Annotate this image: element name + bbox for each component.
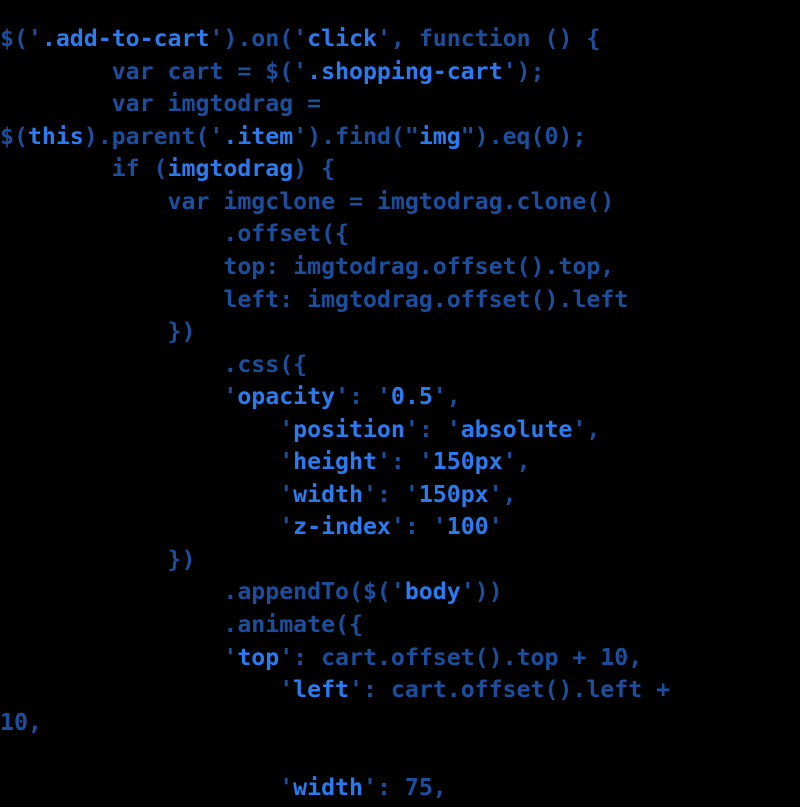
code-token-plain: ': 75,: [362, 773, 447, 801]
code-line: 'top': cart.offset().top + 10,: [0, 642, 800, 675]
code-token-plain: ',: [502, 448, 531, 476]
code-line: 'opacity': '0.5',: [0, 381, 800, 414]
code-token-plain: ': [0, 448, 294, 476]
code-token-plain: ': cart.offset().top + 10,: [279, 643, 643, 671]
code-line: 'left': cart.offset().left +: [0, 674, 800, 707]
code-line: top: imgtodrag.offset().top,: [0, 251, 800, 284]
code-line: 'position': 'absolute',: [0, 414, 800, 447]
code-token-highlight: this: [27, 122, 84, 150]
code-token-plain: ': [0, 415, 294, 443]
code-token-plain: left: imgtodrag.offset().left: [0, 285, 629, 313]
code-token-plain: var imgtodrag =: [0, 90, 322, 118]
code-line: $('.add-to-cart').on('click', function (…: [0, 23, 800, 56]
code-line: 'height': '150px',: [0, 446, 800, 479]
code-token-highlight: .shopping-cart: [307, 57, 503, 85]
code-line: var cart = $('.shopping-cart');: [0, 56, 800, 89]
code-token-plain: ': [0, 383, 238, 411]
code-token-plain: ',: [572, 415, 601, 443]
code-token-plain: var imgclone = imgtodrag.clone(): [0, 187, 615, 215]
code-line: .animate({: [0, 609, 800, 642]
code-token-plain: ").eq(0);: [460, 122, 587, 150]
code-token-highlight: body: [404, 578, 461, 606]
code-token-plain: ) {: [293, 155, 336, 183]
code-token-plain: ': cart.offset().left +: [349, 676, 671, 704]
code-line: left: imgtodrag.offset().left: [0, 284, 800, 317]
code-token-plain: ',: [432, 383, 461, 411]
code-token-plain: ').on(': [209, 25, 308, 53]
code-snippet-block[interactable]: $('.add-to-cart').on('click', function (…: [0, 23, 800, 807]
code-line: .appendTo($('body')): [0, 576, 800, 609]
code-token-highlight: height: [293, 448, 377, 476]
code-token-highlight: imgtodrag: [167, 155, 294, 183]
code-token-highlight: 150px: [432, 448, 503, 476]
code-token-plain: $(': [0, 25, 42, 53]
code-token-plain: ).parent(': [83, 122, 224, 150]
code-line: .offset({: [0, 218, 800, 251]
code-line: 'width': '150px',: [0, 479, 800, 512]
code-token-plain: if (: [0, 155, 168, 183]
code-token-plain: .offset({: [0, 220, 350, 248]
code-line: if (imgtodrag) {: [0, 153, 800, 186]
code-token-plain: }): [0, 318, 196, 346]
code-token-highlight: img: [418, 122, 461, 150]
code-token-plain: ': [0, 480, 294, 508]
code-token-highlight: 150px: [418, 480, 489, 508]
code-token-plain: ': ': [390, 513, 447, 541]
code-line: 'width': 75,: [0, 772, 800, 805]
code-token-highlight: .item: [223, 122, 294, 150]
code-line: .css({: [0, 349, 800, 382]
code-token-plain: ')): [460, 578, 503, 606]
code-token-highlight: .add-to-cart: [41, 25, 210, 53]
code-token-plain: }): [0, 545, 196, 573]
code-token-plain: ',: [488, 480, 517, 508]
code-token-plain: ': ': [404, 415, 461, 443]
code-token-plain: ': ': [362, 480, 419, 508]
code-line: }): [0, 316, 800, 349]
code-token-highlight: top: [237, 643, 280, 671]
code-token-plain: ');: [502, 57, 545, 85]
code-token-highlight: width: [293, 773, 363, 801]
code-token-highlight: 0.5: [390, 383, 433, 411]
code-line: 10,: [0, 707, 800, 740]
code-line: var imgtodrag =: [0, 88, 800, 121]
code-token-highlight: 100: [446, 513, 489, 541]
code-token-highlight: width: [293, 480, 363, 508]
code-token-highlight: left: [293, 676, 350, 704]
code-line: var imgclone = imgtodrag.clone(): [0, 186, 800, 219]
code-line: }): [0, 544, 800, 577]
code-token-plain: ').find(": [293, 122, 419, 150]
code-token-highlight: click: [307, 25, 377, 53]
code-token-plain: ': [0, 676, 294, 704]
code-token-plain: var cart = $(': [0, 57, 308, 85]
code-token-highlight: opacity: [237, 383, 336, 411]
code-token-plain: ', function () {: [376, 25, 601, 53]
code-line: 'z-index': '100': [0, 511, 800, 544]
code-token-plain: .animate({: [0, 611, 363, 639]
code-token-highlight: position: [293, 415, 405, 443]
code-token-highlight: absolute: [460, 415, 573, 443]
code-token-plain: top: imgtodrag.offset().top,: [0, 253, 615, 281]
code-token-plain: ': [0, 643, 238, 671]
code-token-highlight: z-index: [293, 513, 391, 541]
code-token-plain: $(: [0, 122, 28, 150]
code-token-plain: .css({: [0, 350, 308, 378]
code-line: $(this).parent('.item').find("img").eq(0…: [0, 121, 800, 154]
code-token-plain: ': [0, 513, 294, 541]
code-token-plain: ': [488, 513, 503, 541]
code-token-plain: 10,: [0, 708, 42, 736]
code-token-plain: ': ': [335, 383, 391, 411]
code-token-plain: .appendTo($(': [0, 578, 405, 606]
code-token-plain: ': ': [376, 448, 433, 476]
code-token-plain: ': [0, 773, 294, 801]
